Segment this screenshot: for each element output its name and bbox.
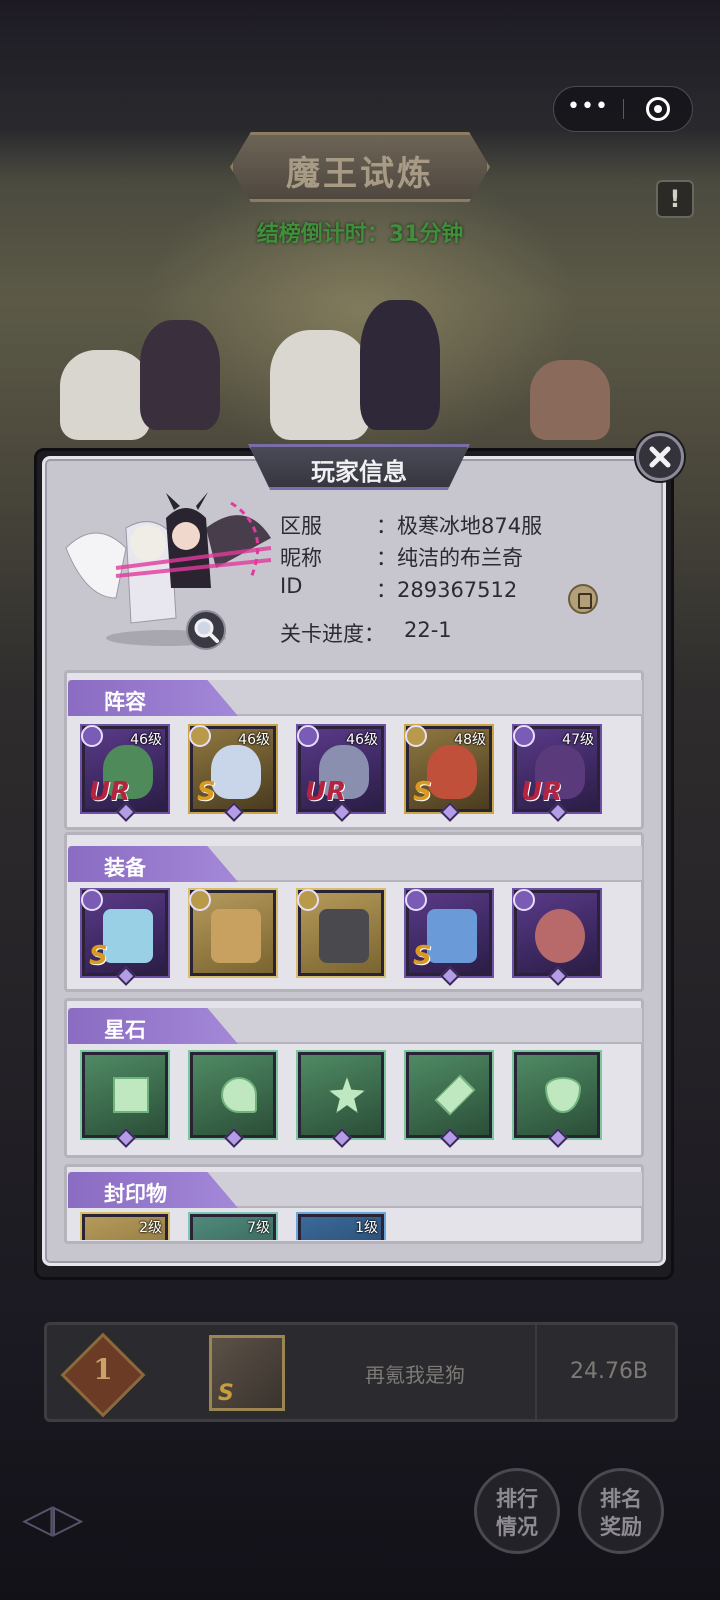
book-icon <box>211 909 261 963</box>
hero-card[interactable]: 46级 UR <box>297 725 384 822</box>
starstone-card[interactable] <box>190 1052 276 1148</box>
lineup-title: 阵容 <box>104 690 146 714</box>
hero-rarity: S <box>197 777 216 807</box>
equipment-card[interactable]: S <box>405 889 492 986</box>
square-gem-icon <box>113 1077 149 1113</box>
ranking-status-button[interactable]: 排行 情况 <box>474 1468 560 1554</box>
seal-card[interactable]: 2级 <box>82 1214 168 1240</box>
heart-gem-icon <box>221 1077 257 1113</box>
capsule-divider <box>623 99 624 119</box>
hero-level: 46级 <box>130 732 162 748</box>
equipment-slot-icon <box>297 889 319 911</box>
equipment-card[interactable] <box>513 889 600 986</box>
equipment-slot-icon <box>189 889 211 911</box>
nickname-label: 昵称 <box>280 546 322 570</box>
equipment-card[interactable] <box>189 889 276 976</box>
countdown-text: 结榜倒计时：31分钟 <box>256 222 464 247</box>
back-arrow-icon[interactable]: ◁▷ <box>22 1496 110 1546</box>
magnifier-button[interactable] <box>186 610 226 650</box>
copy-id-button[interactable] <box>568 584 598 614</box>
bg-angel-character-2 <box>270 330 370 440</box>
bg-reaper-character <box>530 360 610 440</box>
seal-card[interactable]: 7级 <box>190 1214 276 1240</box>
close-icon <box>649 446 671 468</box>
trident-icon <box>103 909 153 963</box>
equipment-slot-icon <box>81 889 103 911</box>
equipment-card[interactable]: S <box>81 889 168 986</box>
rank-rewards-button[interactable]: 排名 奖励 <box>578 1468 664 1554</box>
ranking-row[interactable]: 1 S 再氪我是狗 24.76B <box>44 1322 678 1422</box>
hero-portrait <box>211 745 261 799</box>
server-label: 区服 <box>280 514 322 538</box>
equipment-card[interactable] <box>297 889 384 976</box>
rank-divider <box>535 1325 537 1419</box>
star-gem-icon <box>329 1077 365 1113</box>
player-hero-portrait <box>65 492 272 646</box>
hero-class-icon <box>513 725 535 747</box>
crystal-gem-icon <box>434 1074 476 1116</box>
rank-score: 24.76B <box>569 1359 649 1384</box>
starstone-card[interactable] <box>514 1052 600 1148</box>
nickname-value: ：纯洁的布兰奇 <box>376 546 523 570</box>
hero-class-icon <box>297 725 319 747</box>
hero-level: 47级 <box>562 732 594 748</box>
hero-level: 48级 <box>454 732 486 748</box>
close-button[interactable] <box>636 433 684 481</box>
hero-class-icon <box>405 725 427 747</box>
seal-level: 7级 <box>247 1220 270 1236</box>
equipment-slot-icon <box>405 889 427 911</box>
hero-class-icon <box>81 725 103 747</box>
progress-value: 22-1 <box>404 618 452 642</box>
hero-card[interactable]: 47级 UR <box>513 725 600 822</box>
more-dots-icon[interactable]: ••• <box>554 87 622 131</box>
id-label: ID <box>280 574 303 598</box>
shield-gem-icon <box>545 1077 581 1113</box>
hero-card[interactable]: 48级 S <box>405 725 492 822</box>
magnifier-icon <box>194 618 219 643</box>
starstone-card[interactable] <box>82 1052 168 1148</box>
modal-title: 玩家信息 <box>311 458 407 486</box>
seal-title: 封印物 <box>104 1182 167 1206</box>
starstone-title: 星石 <box>104 1018 146 1042</box>
help-button[interactable]: ! <box>656 180 694 218</box>
player-avatar[interactable]: S <box>209 1335 285 1411</box>
wizard-hat-icon <box>319 909 369 963</box>
equipment-slot-icon <box>513 889 535 911</box>
seal-level: 1级 <box>355 1220 378 1236</box>
equipment-rarity: S <box>89 941 108 971</box>
starstone-card[interactable] <box>298 1052 384 1148</box>
bg-witch-character <box>360 300 440 430</box>
rank-player-name: 再氪我是狗 <box>365 1363 465 1387</box>
hero-rarity: S <box>413 777 432 807</box>
bg-demon-character <box>140 320 220 430</box>
ring-icon <box>535 909 585 963</box>
mini-program-capsule: ••• <box>553 86 693 132</box>
seal-card[interactable]: 1级 <box>298 1214 384 1240</box>
hero-card[interactable]: 46级 UR <box>81 725 168 822</box>
server-value: ：极寒冰地874服 <box>376 514 543 538</box>
target-icon[interactable] <box>646 97 670 121</box>
bg-angel-character <box>60 350 150 440</box>
id-value: ：289367512 <box>376 578 518 602</box>
rank-number: 1 <box>93 1353 113 1386</box>
equipment-title: 装备 <box>104 856 146 880</box>
starstone-card[interactable] <box>406 1052 492 1148</box>
hero-class-icon <box>189 725 211 747</box>
equipment-rarity: S <box>413 941 432 971</box>
hero-level: 46级 <box>346 732 378 748</box>
seal-level: 2级 <box>139 1220 162 1236</box>
progress-label: 关卡进度： <box>280 622 385 646</box>
event-title: 魔王试炼 <box>286 154 434 194</box>
hero-card[interactable]: 46级 S <box>189 725 276 822</box>
avatar-rarity: S <box>218 1381 234 1406</box>
hero-level: 46级 <box>238 732 270 748</box>
hero-portrait <box>427 745 477 799</box>
cape-icon <box>427 909 477 963</box>
exclamation-icon: ! <box>669 185 681 213</box>
